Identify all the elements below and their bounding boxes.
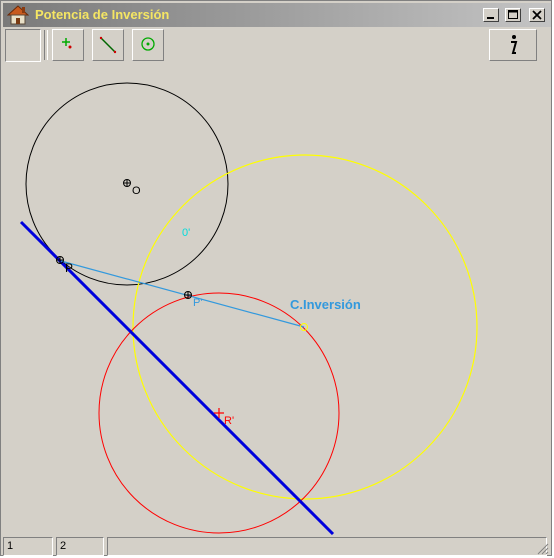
circle-inversion[interactable] [132,154,478,500]
house-icon [7,5,29,25]
draw-line-button[interactable] [92,29,124,61]
status-bar: 1 2 [3,536,551,556]
point-p-marker[interactable] [56,256,64,264]
label-r-prime: R' [224,415,234,427]
info-icon [511,35,518,54]
label-center-inversion: C.Inversión [290,297,361,312]
status-field-3 [107,537,547,556]
status-field-2: 2 [56,537,104,556]
point-p-prime-marker[interactable] [184,291,192,299]
circle-tool-button[interactable] [132,29,164,61]
label-o: O [132,185,141,197]
toolbar-separator [44,30,48,60]
circle-target-icon [141,37,155,51]
resize-grip-icon[interactable] [535,541,549,555]
maximize-icon [508,10,518,19]
close-button[interactable] [529,8,545,22]
add-point-icon [62,38,72,49]
info-button[interactable] [489,29,537,61]
label-o-prime: 0' [182,227,190,239]
label-p-prime: P' [193,297,202,309]
add-point-button[interactable] [52,29,84,61]
label-p: P [65,261,73,275]
drawing-canvas[interactable]: O 0' P P' C.Inversión R' [3,63,551,536]
point-o-marker[interactable] [123,179,131,187]
minimize-icon [487,17,494,19]
close-icon [532,10,542,20]
maximize-button[interactable] [505,8,521,22]
segment-p-center[interactable] [60,260,305,328]
status-field-1: 1 [3,537,53,556]
app-window: Potencia de Inversión O 0' P P' C.Invers… [0,0,552,556]
minimize-button[interactable] [483,8,499,22]
title-bar[interactable]: Potencia de Inversión [3,3,551,27]
window-title: Potencia de Inversión [35,7,170,22]
toolbar [3,28,551,62]
draw-line-icon [99,36,117,54]
geometry-drawing[interactable]: O 0' P P' C.Inversión R' [3,63,551,536]
select-tool-button[interactable] [5,29,41,62]
